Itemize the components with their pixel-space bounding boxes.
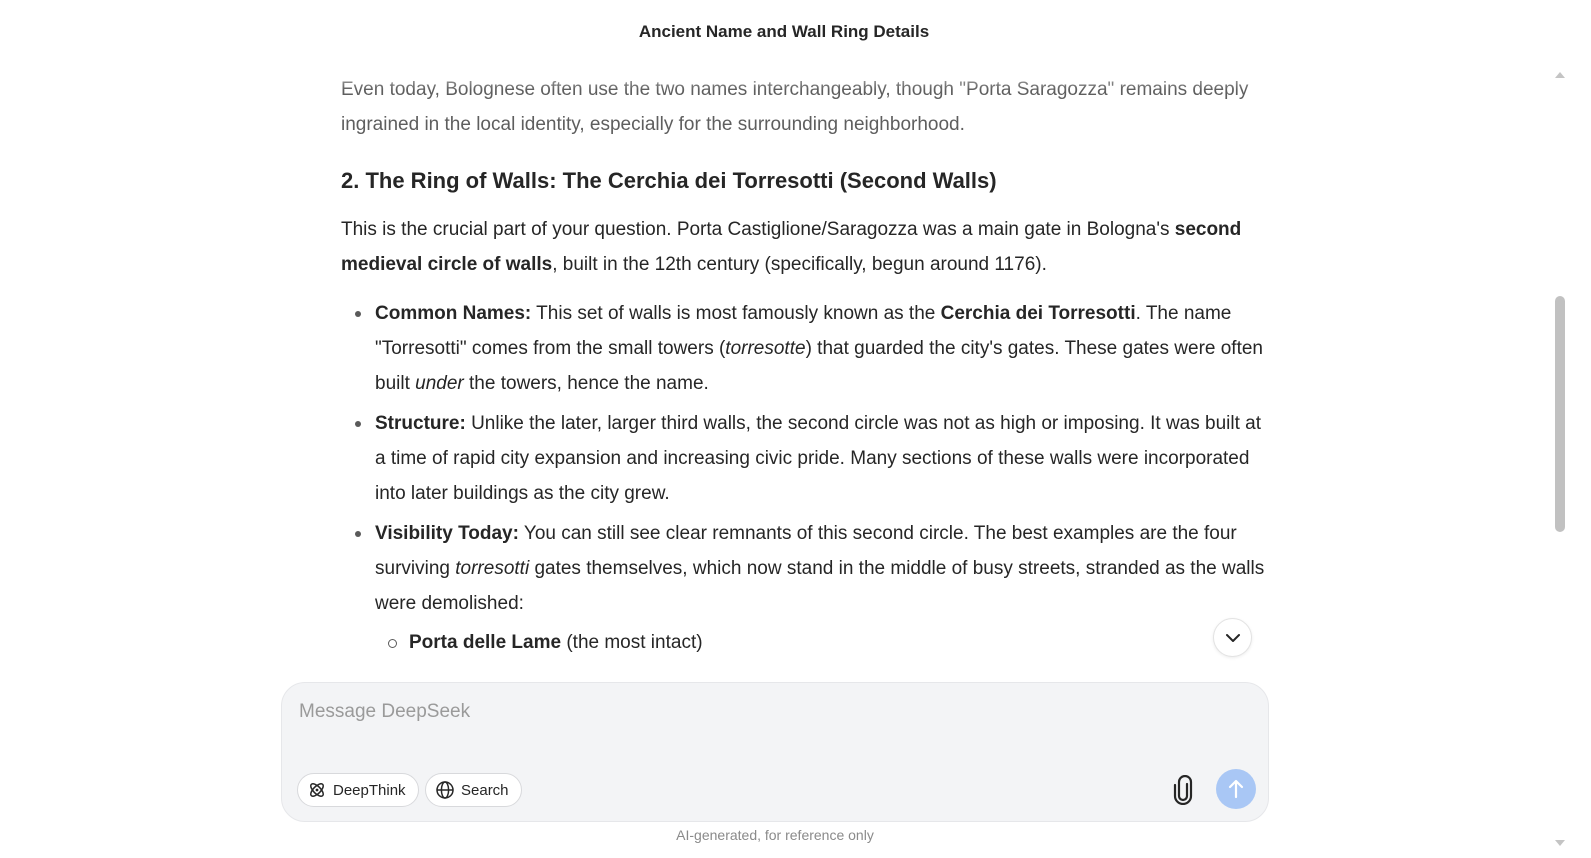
list-item-structure: Structure: Unlike the later, larger thir… (355, 406, 1271, 511)
atom-icon (310, 783, 324, 797)
chevron-down-icon (1225, 633, 1240, 642)
bottom-fade (0, 662, 1568, 682)
scroll-down-arrow-icon[interactable] (1555, 840, 1565, 846)
intro-text-b: , built in the 12th century (specificall… (552, 254, 1047, 275)
bullet-list: Common Names: This set of walls is most … (355, 296, 1271, 660)
message-composer: DeepThink Search (281, 682, 1269, 822)
scroll-to-bottom-button[interactable] (1213, 618, 1252, 657)
bullet-italic: under (415, 373, 464, 394)
attach-file-button[interactable] (1170, 773, 1196, 807)
scrollbar-thumb[interactable] (1555, 296, 1565, 532)
search-label: Search (461, 781, 509, 799)
assistant-message: Even today, Bolognese often use the two … (341, 72, 1271, 665)
deepthink-toggle[interactable]: DeepThink (297, 773, 419, 807)
chat-title: Ancient Name and Wall Ring Details (638, 22, 930, 41)
bullet-bold: Cerchia dei Torresotti (940, 303, 1136, 324)
bullet-label: Common Names: (375, 303, 532, 324)
paperclip-icon (1173, 775, 1193, 805)
bullet-label: Structure: (375, 413, 466, 434)
search-toggle[interactable]: Search (425, 773, 522, 807)
sub-list-item: Porta delle Lame (the most intact) (388, 625, 1271, 660)
deepthink-label: DeepThink (333, 781, 406, 799)
globe-icon (436, 781, 454, 799)
bullet-text: This set of walls is most famously known… (531, 303, 941, 324)
ai-disclaimer: AI-generated, for reference only (676, 827, 874, 843)
scroll-up-arrow-icon[interactable] (1555, 72, 1565, 78)
top-fade (0, 60, 1568, 90)
sub-item-bold: Porta delle Lame (409, 632, 562, 653)
intro-text-a: This is the crucial part of your questio… (341, 219, 1175, 240)
arrow-up-icon (1228, 779, 1244, 799)
section-heading: 2. The Ring of Walls: The Cerchia dei To… (341, 168, 997, 193)
sub-list: Porta delle Lame (the most intact) (388, 625, 1271, 660)
bullet-italic: torresotti (455, 558, 530, 579)
bullet-text: Unlike the later, larger third walls, th… (375, 413, 1262, 504)
intro-paragraph: This is the crucial part of your questio… (341, 212, 1271, 282)
list-item-common-names: Common Names: This set of walls is most … (355, 296, 1271, 401)
bullet-text: the towers, hence the name. (463, 373, 709, 394)
message-input[interactable] (299, 701, 1239, 751)
bullet-italic: torresotte (725, 338, 806, 359)
sub-item-text: (the most intact) (561, 632, 703, 653)
bullet-label: Visibility Today: (375, 523, 519, 544)
send-button[interactable] (1216, 769, 1256, 809)
list-item-visibility: Visibility Today: You can still see clea… (355, 516, 1271, 660)
